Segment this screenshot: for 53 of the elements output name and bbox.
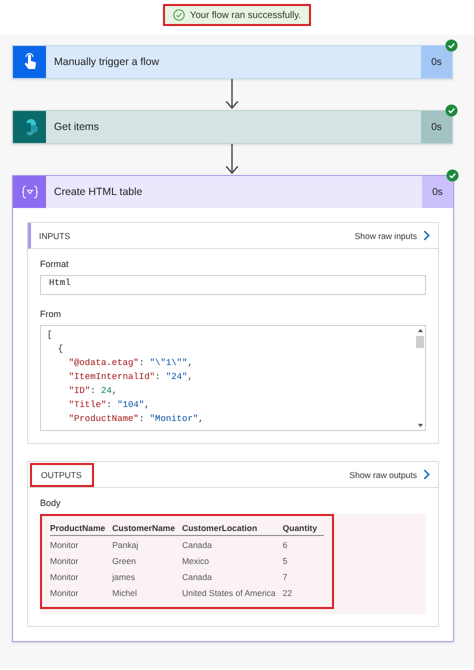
table-cell-text: Canada bbox=[182, 571, 213, 584]
scroll-down-icon[interactable] bbox=[416, 423, 424, 428]
column-header: CustomerName bbox=[112, 523, 182, 536]
code-line: "ID": 24, bbox=[68, 385, 118, 398]
scrollbar[interactable] bbox=[415, 326, 425, 430]
code-line: [ bbox=[47, 329, 54, 342]
show-raw-inputs-link[interactable]: Show raw inputs bbox=[354, 230, 430, 241]
scroll-thumb[interactable] bbox=[416, 336, 424, 348]
field-label: Format bbox=[40, 259, 69, 269]
section-heading: OUTPUTS bbox=[30, 462, 94, 486]
scroll-up-icon[interactable] bbox=[416, 328, 424, 333]
code-line: { bbox=[56, 343, 64, 356]
step-title: Manually trigger a flow bbox=[53, 55, 160, 70]
code-line: "Title": "104", bbox=[68, 399, 151, 412]
step-header[interactable]: Manually trigger a flow 0s bbox=[13, 46, 452, 78]
field-label: Body bbox=[40, 498, 61, 508]
table-cell: Pankaj bbox=[112, 536, 182, 552]
table-cell: Monitor bbox=[50, 552, 112, 568]
column-header: ProductName bbox=[50, 523, 112, 536]
banner-text: Your flow ran successfully. bbox=[190, 10, 301, 20]
check-circle-icon bbox=[173, 9, 186, 21]
code-line: "ItemInternalId": "24", bbox=[68, 371, 194, 384]
field-label: From bbox=[40, 309, 61, 319]
code-editor[interactable]: [ { "@odata.etag": "\"1\"", "ItemInternalId": "24", "ID": 24, "Title": "104", "ProductName": "Monitor", bbox=[40, 325, 426, 431]
table-cell: Canada bbox=[182, 536, 283, 552]
table-cell-text: 7 bbox=[282, 571, 288, 584]
duration-label: 0s bbox=[421, 46, 452, 78]
table-cell: Monitor bbox=[50, 536, 112, 552]
table-cell: Monitor bbox=[50, 584, 112, 600]
table-cell-text: 5 bbox=[282, 555, 288, 568]
format-field[interactable]: Html bbox=[40, 275, 426, 295]
chevron-right-icon bbox=[423, 469, 430, 480]
table-cell: Monitor bbox=[50, 568, 112, 584]
column-header: Quantity bbox=[282, 523, 324, 536]
column-header: CustomerLocation bbox=[182, 523, 283, 536]
table-cell-text: United States of America bbox=[182, 587, 277, 600]
step-title: Create HTML table bbox=[53, 185, 144, 200]
table-cell-text: 22 bbox=[282, 587, 294, 600]
table-cell-text: Michel bbox=[112, 587, 138, 600]
show-raw-outputs-link[interactable]: Show raw outputs bbox=[349, 469, 430, 480]
table-cell-text: james bbox=[112, 571, 136, 584]
code-line: "ProductName": "Monitor", bbox=[68, 413, 205, 426]
duration-label: 0s bbox=[421, 111, 452, 143]
table-cell: 6 bbox=[282, 536, 324, 552]
duration-label: 0s bbox=[422, 176, 453, 208]
table-cell-text: Mexico bbox=[182, 555, 210, 568]
step-header[interactable]: Create HTML table 0s bbox=[13, 176, 453, 208]
table-cell-text: Green bbox=[112, 555, 137, 568]
code-line: "@odata.etag": "\"1\"", bbox=[68, 357, 194, 370]
chevron-right-icon bbox=[423, 230, 430, 241]
step-header[interactable]: Get items 0s bbox=[13, 111, 452, 143]
step-title: Get items bbox=[53, 120, 100, 135]
section-heading: INPUTS bbox=[39, 230, 70, 240]
